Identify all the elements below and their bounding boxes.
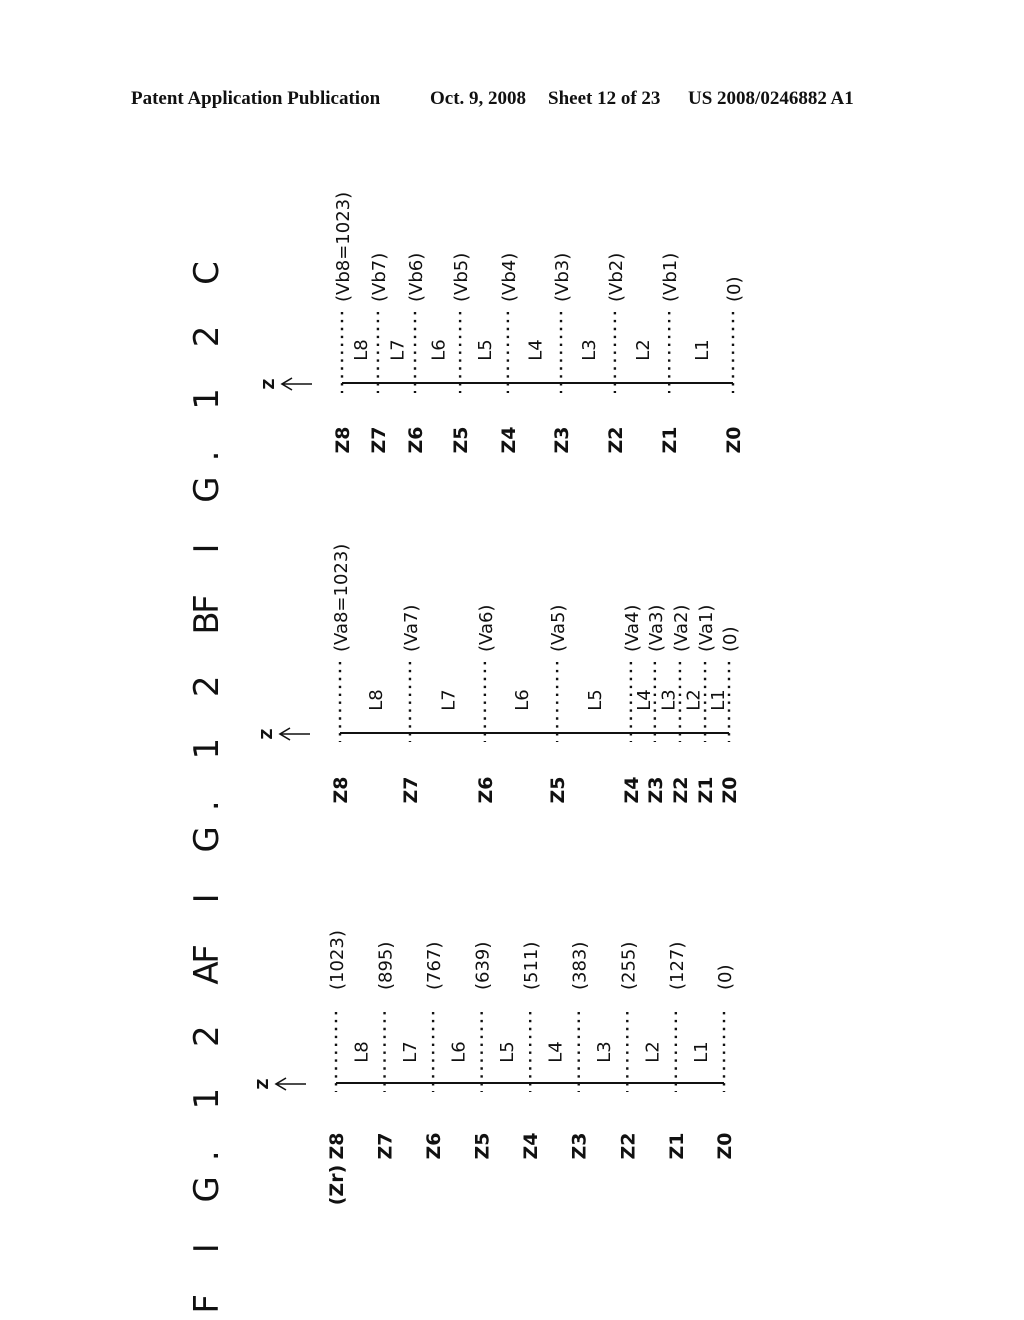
z-level-label: Z5 — [547, 777, 569, 804]
z-level-label: Z5 — [450, 427, 472, 454]
layer-label: L7 — [438, 689, 459, 710]
boundary-value-label: (Va8=1023) — [331, 544, 352, 652]
z-level-label: Z1 — [666, 1133, 688, 1160]
z-level-label: Z5 — [472, 1133, 494, 1160]
boundary-value-label: (Vb7) — [369, 253, 390, 302]
reference-z-label: (Zr) — [326, 1165, 348, 1206]
boundary-value-label: (Vb5) — [451, 253, 472, 302]
layer-label: L4 — [525, 339, 546, 360]
boundary-value-label: (Va6) — [476, 605, 497, 652]
boundary-value-label: (Va1) — [696, 605, 717, 652]
boundary-value-label: (Va2) — [671, 605, 692, 652]
z-level-label: Z4 — [621, 777, 643, 804]
layer-label: L1 — [708, 689, 729, 710]
layer-label: L7 — [387, 339, 408, 360]
z-level-label: Z6 — [475, 777, 497, 804]
layer-label: L2 — [643, 1041, 664, 1062]
boundary-value-label: (255) — [618, 942, 639, 990]
z-level-label: Z3 — [551, 427, 573, 454]
layer-label: L3 — [658, 689, 679, 710]
layer-label: L6 — [429, 339, 450, 360]
figure-title: F I G. 1 2 C — [187, 246, 227, 614]
patent-drawing: F I G. 1 2 A Z Z8 (1023) Z7 (895) Z6 (767) Z5 (63… — [187, 192, 745, 1314]
axis-symbol-label: Z — [258, 728, 276, 739]
boundary-value-label: (0) — [720, 627, 741, 653]
layer-label: L5 — [585, 689, 606, 710]
boundary-value-label: (383) — [570, 942, 591, 990]
layer-label: L6 — [448, 1041, 469, 1062]
figure-title: F I G. 1 2 B — [187, 596, 227, 963]
boundary-value-label: (127) — [667, 942, 688, 990]
boundary-value-label: (Vb2) — [606, 253, 627, 302]
layer-label: L5 — [497, 1041, 518, 1062]
layer-label: L4 — [634, 689, 655, 710]
layer-label: L8 — [351, 339, 372, 360]
axis-symbol-label: Z — [260, 378, 278, 389]
layer-label: L5 — [475, 339, 496, 360]
boundary-value-label: (Vb8=1023) — [333, 192, 354, 302]
z-level-label: Z3 — [645, 777, 667, 804]
z-level-label: Z0 — [719, 777, 741, 804]
layer-label: L3 — [594, 1041, 615, 1062]
z-level-label: Z2 — [670, 777, 692, 804]
axis-symbol-label: Z — [254, 1078, 272, 1089]
boundary-value-label: (Vb4) — [499, 253, 520, 302]
boundary-value-label: (Vb6) — [406, 253, 427, 302]
layer-label: L8 — [351, 1041, 372, 1062]
z-level-label: Z1 — [659, 427, 681, 454]
layer-label: L2 — [633, 339, 654, 360]
boundary-value-label: (0) — [715, 965, 736, 991]
boundary-value-label: (511) — [521, 942, 542, 990]
boundary-value-label: (Va7) — [401, 605, 422, 652]
layer-label: L7 — [400, 1041, 421, 1062]
layer-label: L3 — [579, 339, 600, 360]
z-level-label: Z6 — [405, 427, 427, 454]
boundary-value-label: (1023) — [327, 930, 348, 990]
z-level-label: Z7 — [400, 777, 422, 804]
layer-label: L6 — [512, 689, 533, 710]
z-level-label: Z3 — [569, 1133, 591, 1160]
boundary-value-label: (639) — [473, 942, 494, 990]
z-level-label: Z1 — [695, 777, 717, 804]
z-level-label: Z0 — [714, 1133, 736, 1160]
layer-label: L4 — [545, 1041, 566, 1062]
boundary-value-label: (Vb1) — [660, 253, 681, 302]
z-level-label: Z4 — [520, 1133, 542, 1160]
boundary-value-label: (Va3) — [646, 605, 667, 652]
layer-label: L1 — [691, 1041, 712, 1062]
z-level-label: Z7 — [368, 427, 390, 454]
z-level-label: Z8 — [332, 427, 354, 454]
layer-label: L8 — [366, 689, 387, 710]
layer-label: L2 — [683, 689, 704, 710]
z-level-label: Z0 — [723, 427, 745, 454]
layer-label: L1 — [692, 339, 713, 360]
z-level-label: Z2 — [605, 427, 627, 454]
boundary-value-label: (Va4) — [622, 605, 643, 652]
z-level-label: Z8 — [330, 777, 352, 804]
boundary-value-label: (Vb3) — [552, 253, 573, 302]
boundary-value-label: (0) — [724, 277, 745, 303]
z-level-label: Z2 — [617, 1133, 639, 1160]
z-level-label: Z4 — [498, 427, 520, 454]
boundary-value-label: (895) — [376, 942, 397, 990]
boundary-value-label: (767) — [424, 942, 445, 990]
z-level-label: Z7 — [375, 1133, 397, 1160]
z-level-label: Z8 — [326, 1133, 348, 1160]
boundary-value-label: (Va5) — [548, 605, 569, 652]
z-level-label: Z6 — [423, 1133, 445, 1160]
figure-title: F I G. 1 2 A — [187, 946, 227, 1313]
